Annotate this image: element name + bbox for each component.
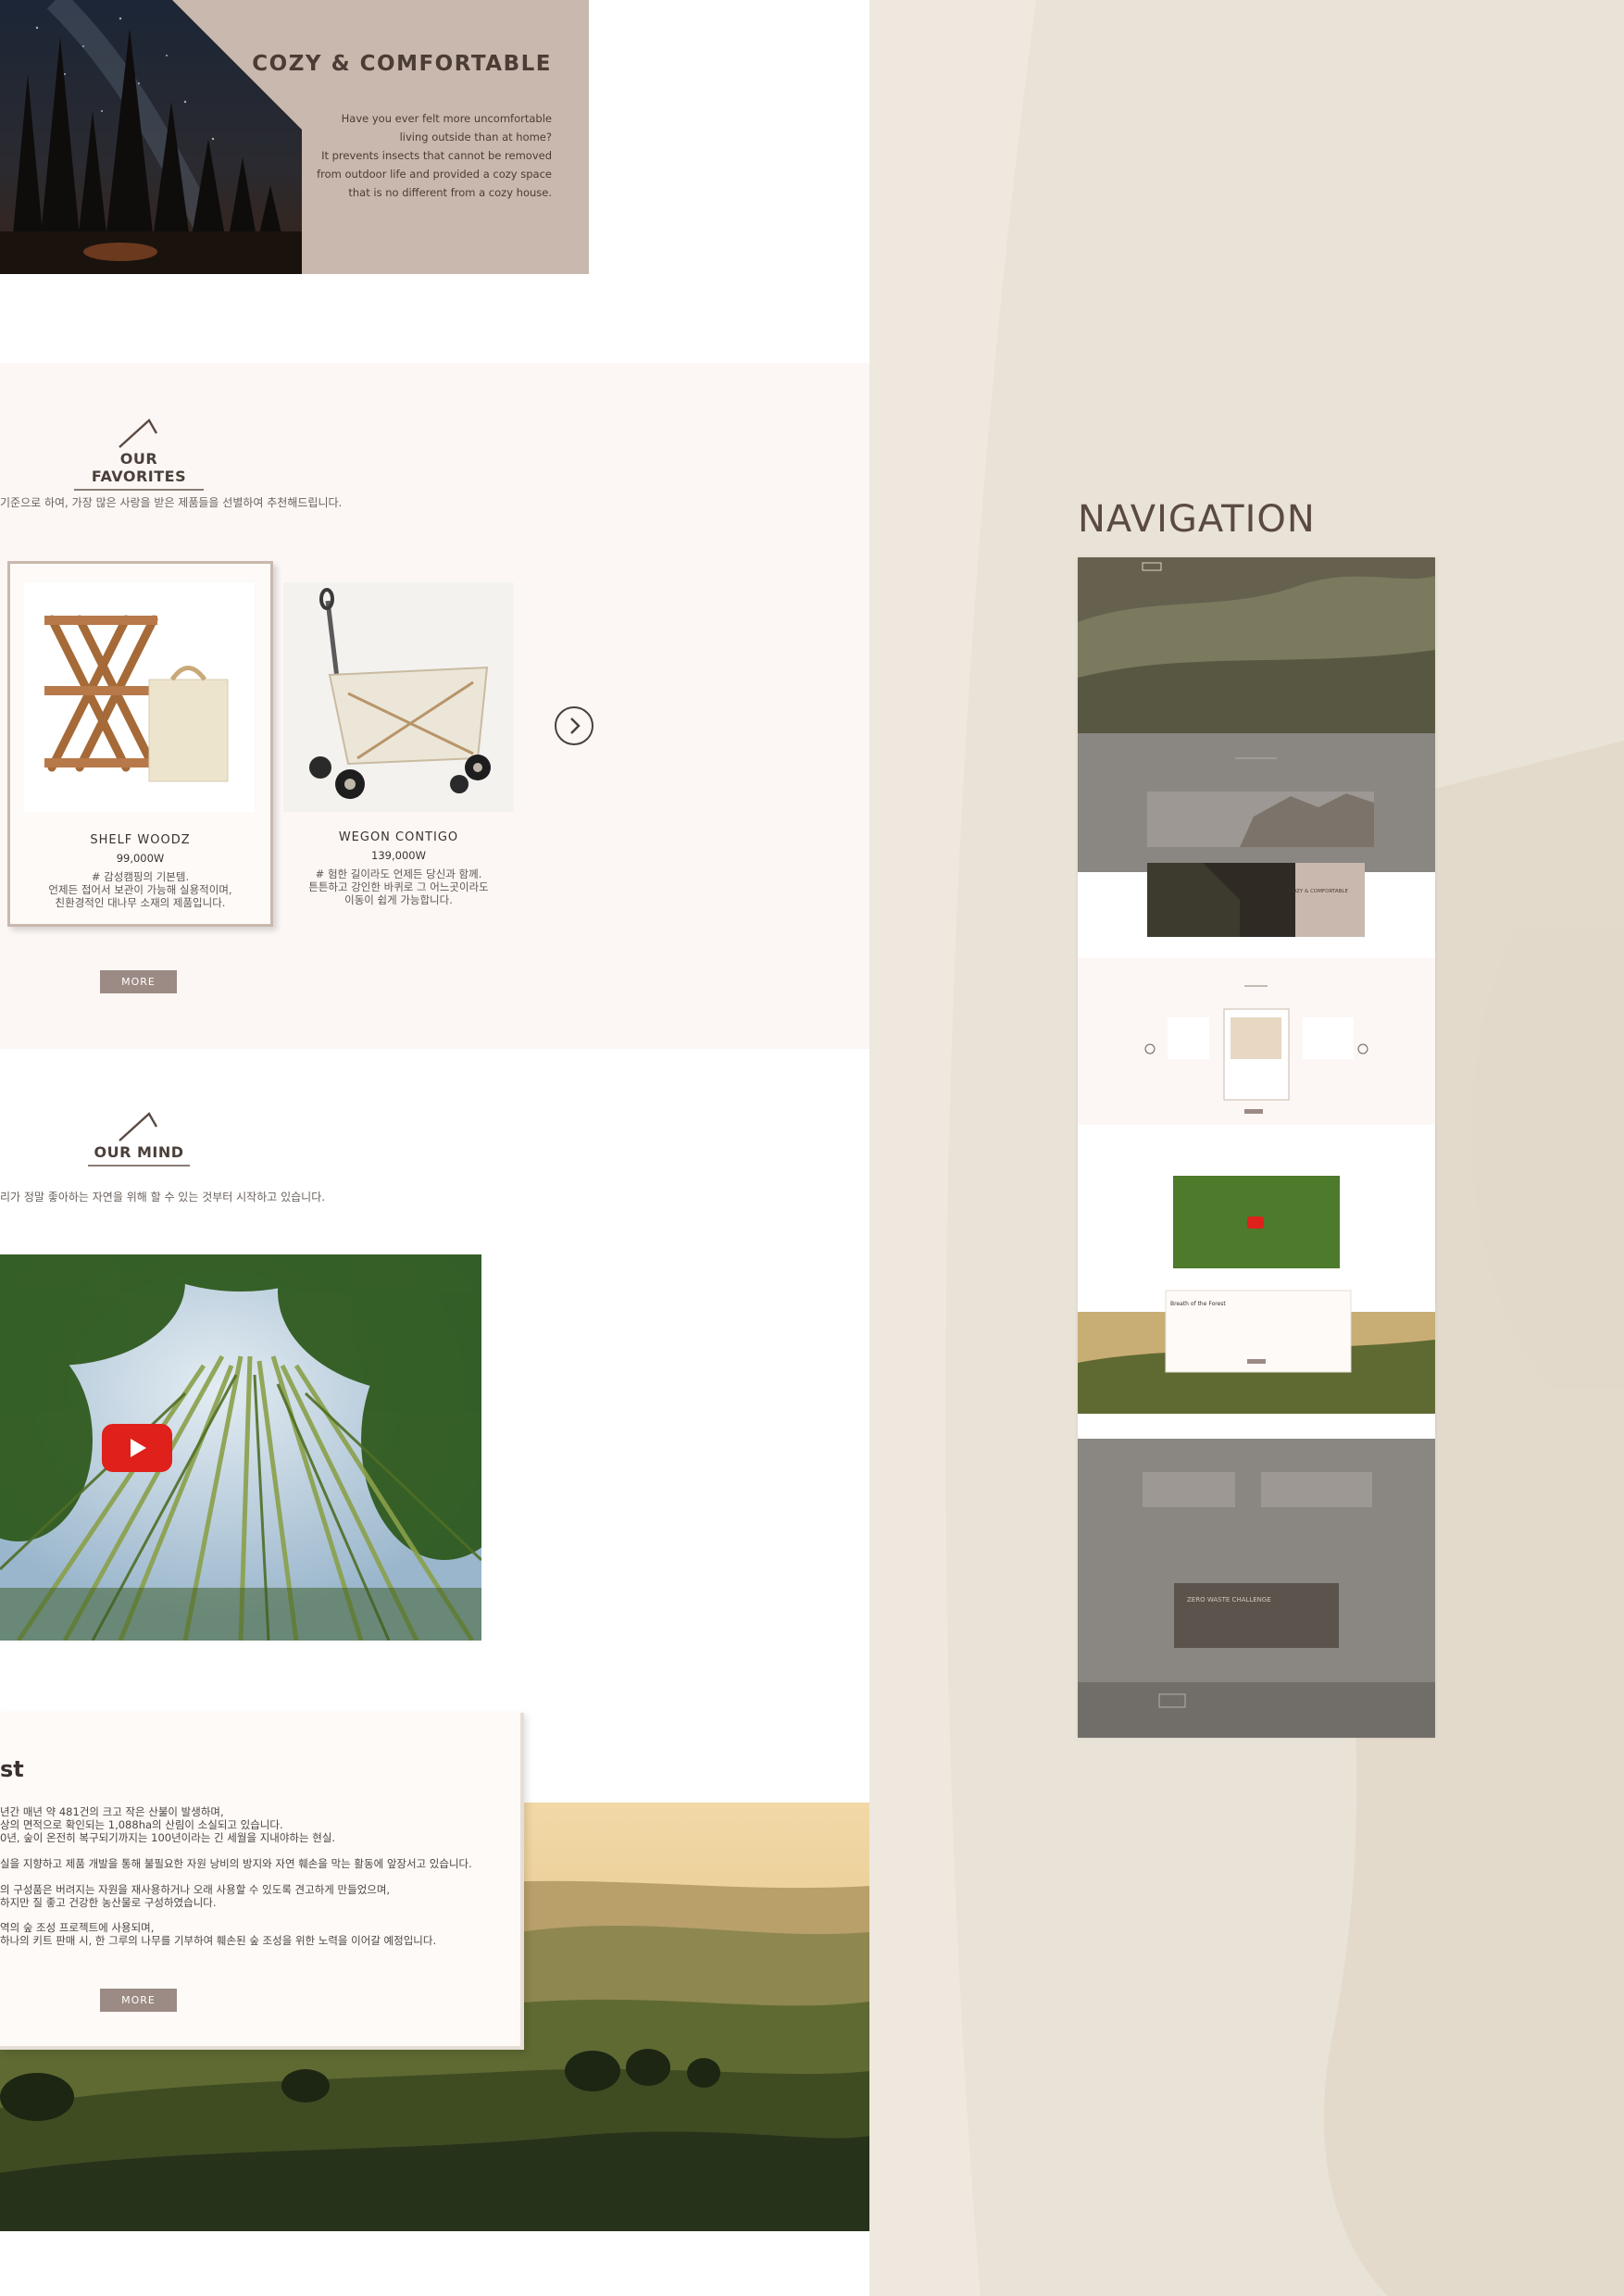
bamboo-forest-image <box>0 1254 481 1641</box>
product-desc-line: # 험한 길이라도 언제든 당신과 함께. <box>315 867 482 880</box>
carousel-next-button[interactable] <box>555 706 593 745</box>
shelf-woodz-image <box>24 582 255 812</box>
wegon-contigo-picture <box>309 588 491 799</box>
forest-line: 하지만 질 좋고 건강한 농산물로 구성하였습니다. <box>0 1896 217 1909</box>
product-desc-line: 이동이 쉽게 가능합니다. <box>344 893 453 906</box>
cozy-line: Have you ever felt more uncomfortable <box>341 112 552 125</box>
cozy-line: that is no different from a cozy house. <box>348 186 552 199</box>
favorites-title: OUR FAVORITES <box>74 450 204 491</box>
cozy-line: from outdoor life and provided a cozy sp… <box>317 168 552 181</box>
favorites-subtitle: 기준으로 하여, 가장 많은 사랑을 받은 제품들을 선별하여 추천해드립니다. <box>0 496 343 509</box>
wegon-contigo-image <box>283 582 514 812</box>
play-icon <box>131 1439 146 1457</box>
web-page-preview: COZY & COMFORTABLE Have you ever felt mo… <box>0 0 869 2296</box>
cozy-line: living outside than at home? <box>399 131 552 144</box>
product-price: 99,000W <box>116 852 165 865</box>
roof-icon <box>119 418 158 448</box>
product-name: WEGON CONTIGO <box>338 830 459 844</box>
favorites-heading: OUR FAVORITES <box>74 417 204 491</box>
navigation-title: NAVIGATION <box>1078 498 1316 541</box>
navigation-page-thumbnail[interactable]: COZY & COMFORTABLE Breath of the Forest <box>1078 557 1435 1738</box>
youtube-play-button[interactable] <box>102 1424 172 1472</box>
product-desc-line: 친환경적인 대나무 소재의 제품입니다. <box>55 896 226 909</box>
forest-title: st <box>0 1756 24 1782</box>
product-desc-line: 언제든 접어서 보관이 가능해 실용적이며, <box>48 883 232 896</box>
forest-more-button[interactable]: MORE <box>100 1989 177 2012</box>
forest-line: 실을 지향하고 제품 개발을 통해 불필요한 자원 낭비의 방지와 자연 훼손을… <box>0 1857 472 1870</box>
cozy-comfortable-section: COZY & COMFORTABLE Have you ever felt mo… <box>0 0 589 274</box>
product-card-shelf-woodz[interactable]: SHELF WOODZ 99,000W # 감성캠핑의 기본템. 언제든 접어서… <box>7 561 273 927</box>
forest-line: 0년, 숲이 온전히 복구되기까지는 100년이라는 긴 세월을 지내야하는 현… <box>0 1831 336 1844</box>
mind-title: OUR MIND <box>88 1143 190 1167</box>
product-card-wegon-contigo[interactable]: WEGON CONTIGO 139,000W # 험한 길이라도 언제든 당신과… <box>283 582 514 911</box>
mind-heading: OUR MIND <box>88 1110 190 1167</box>
sitemap-thumbnail: COZY & COMFORTABLE Breath of the Forest <box>1078 557 1435 1738</box>
mini-zero-title: ZERO WASTE CHALLENGE <box>1187 1596 1271 1603</box>
chevron-right-icon <box>570 718 581 734</box>
shelf-woodz-picture <box>44 615 229 782</box>
cozy-line: It prevents insects that cannot be remov… <box>321 149 552 162</box>
mind-video-player[interactable] <box>0 1254 481 1641</box>
product-desc-line: # 감성캠핑의 기본템. <box>91 870 190 883</box>
product-description: # 험한 길이라도 언제든 당신과 함께. 튼튼하고 강인한 바퀴로 그 어느곳… <box>283 867 514 906</box>
product-desc-line: 튼튼하고 강인한 바퀴로 그 어느곳이라도 <box>308 880 489 893</box>
mind-subtitle: 리가 정말 좋아하는 자연을 위해 할 수 있는 것부터 시작하고 있습니다. <box>0 1191 326 1204</box>
mini-cozy-title: COZY & COMFORTABLE <box>1289 889 1348 894</box>
forest-info-card: st 년간 매년 약 481건의 크고 작은 산불이 발생하며, 상의 면적으로… <box>0 1713 524 2050</box>
favorites-more-button[interactable]: MORE <box>100 970 177 993</box>
navigation-panel: NAVIGATION COZY & COMFORTABLE Breath of … <box>869 0 1624 2296</box>
cozy-description: Have you ever felt more uncomfortable li… <box>317 109 552 202</box>
product-description: # 감성캠핑의 기본템. 언제든 접어서 보관이 가능해 실용적이며, 친환경적… <box>10 870 270 909</box>
roof-icon <box>119 1112 158 1142</box>
cozy-title: COZY & COMFORTABLE <box>252 52 552 76</box>
product-name: SHELF WOODZ <box>90 833 191 847</box>
mini-breath-title: Breath of the Forest <box>1170 1301 1226 1307</box>
forest-line: 하나의 키트 판매 시, 한 그루의 나무를 기부하여 훼손된 숲 조성을 위한… <box>0 1934 437 1947</box>
product-price: 139,000W <box>371 849 426 862</box>
